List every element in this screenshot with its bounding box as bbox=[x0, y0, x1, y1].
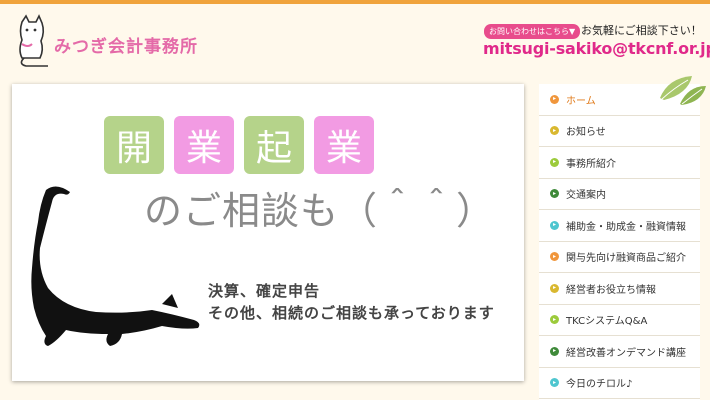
nav-item-tkc-qa[interactable]: ▸ TKCシステムQ&A bbox=[539, 305, 700, 336]
hero-banner[interactable]: 開 業 起 業 のご相談も（＾＾） 決算、確定申告 その他、相続のご相談も承って… bbox=[12, 84, 524, 381]
arrow-circle-icon: ▸ bbox=[550, 378, 559, 388]
nav-item-office-intro[interactable]: ▸ 事務所紹介 bbox=[539, 147, 700, 179]
nav-label: 経営者お役立ち情報 bbox=[566, 284, 656, 296]
nav-label: お知らせ bbox=[566, 127, 606, 139]
arrow-circle-icon: ▸ bbox=[550, 126, 559, 136]
nav-label: 経営改善オンデマンド講座 bbox=[566, 347, 686, 359]
nav-item-manager-info[interactable]: ▸ 経営者お役立ち情報 bbox=[539, 273, 700, 305]
arrow-circle-icon: ▸ bbox=[550, 189, 559, 199]
arrow-circle-icon: ▸ bbox=[550, 346, 559, 356]
nav-label: TKCシステムQ&A bbox=[566, 316, 648, 328]
hero-line-1: 決算、確定申告 bbox=[208, 282, 321, 300]
arrow-circle-icon: ▸ bbox=[550, 315, 559, 325]
nav-item-today-tirol[interactable]: ▸ 今日のチロル♪ bbox=[539, 368, 700, 399]
nav-item-loan-products[interactable]: ▸ 関与先向け融資商品ご紹介 bbox=[539, 242, 700, 273]
hero-tile-3: 起 bbox=[244, 116, 304, 174]
contact-badge[interactable]: お問い合わせはこちら▼ bbox=[484, 24, 581, 39]
stretching-cat-illustration bbox=[31, 186, 200, 346]
arrow-circle-icon: ▸ bbox=[550, 94, 559, 104]
contact-note: お気軽にご相談下さい！ bbox=[581, 24, 702, 37]
logo-text: みつぎ会計事務所 bbox=[54, 37, 198, 57]
site-logo[interactable]: みつぎ会計事務所 bbox=[14, 14, 224, 70]
nav-label: ホーム bbox=[566, 95, 596, 107]
nav-item-ondemand-course[interactable]: ▸ 経営改善オンデマンド講座 bbox=[539, 336, 700, 368]
arrow-circle-icon: ▸ bbox=[550, 252, 559, 262]
hero-tile-1: 開 bbox=[104, 116, 164, 174]
arrow-circle-icon: ▸ bbox=[550, 283, 559, 293]
nav-item-news[interactable]: ▸ お知らせ bbox=[539, 116, 700, 147]
nav-label: 事務所紹介 bbox=[566, 158, 616, 170]
nav-label: 交通案内 bbox=[566, 190, 606, 202]
hero-line-2: その他、相続のご相談も承っております bbox=[208, 304, 495, 322]
nav-label: 今日のチロル♪ bbox=[566, 379, 633, 391]
logo-cat-icon bbox=[19, 14, 48, 67]
arrow-circle-icon: ▸ bbox=[550, 220, 559, 230]
nav-item-access[interactable]: ▸ 交通案内 bbox=[539, 179, 700, 210]
arrow-circle-icon: ▸ bbox=[550, 157, 559, 167]
nav-item-subsidies[interactable]: ▸ 補助金・助成金・融資情報 bbox=[539, 210, 700, 242]
contact-email-link[interactable]: mitsugi-sakiko@tkcnf.or.jp bbox=[483, 39, 710, 58]
nav-label: 関与先向け融資商品ご紹介 bbox=[566, 253, 686, 265]
hero-tile-4: 業 bbox=[314, 116, 374, 174]
leaf-decoration-icon bbox=[660, 76, 706, 105]
hero-tile-2: 業 bbox=[174, 116, 234, 174]
top-accent-bar bbox=[0, 0, 710, 4]
nav-label: 補助金・助成金・融資情報 bbox=[566, 221, 686, 233]
sidebar-nav: ▸ ホーム ▸ お知らせ ▸ 事務所紹介 ▸ 交通案内 ▸ 補助金・助成金・融資… bbox=[539, 84, 700, 400]
